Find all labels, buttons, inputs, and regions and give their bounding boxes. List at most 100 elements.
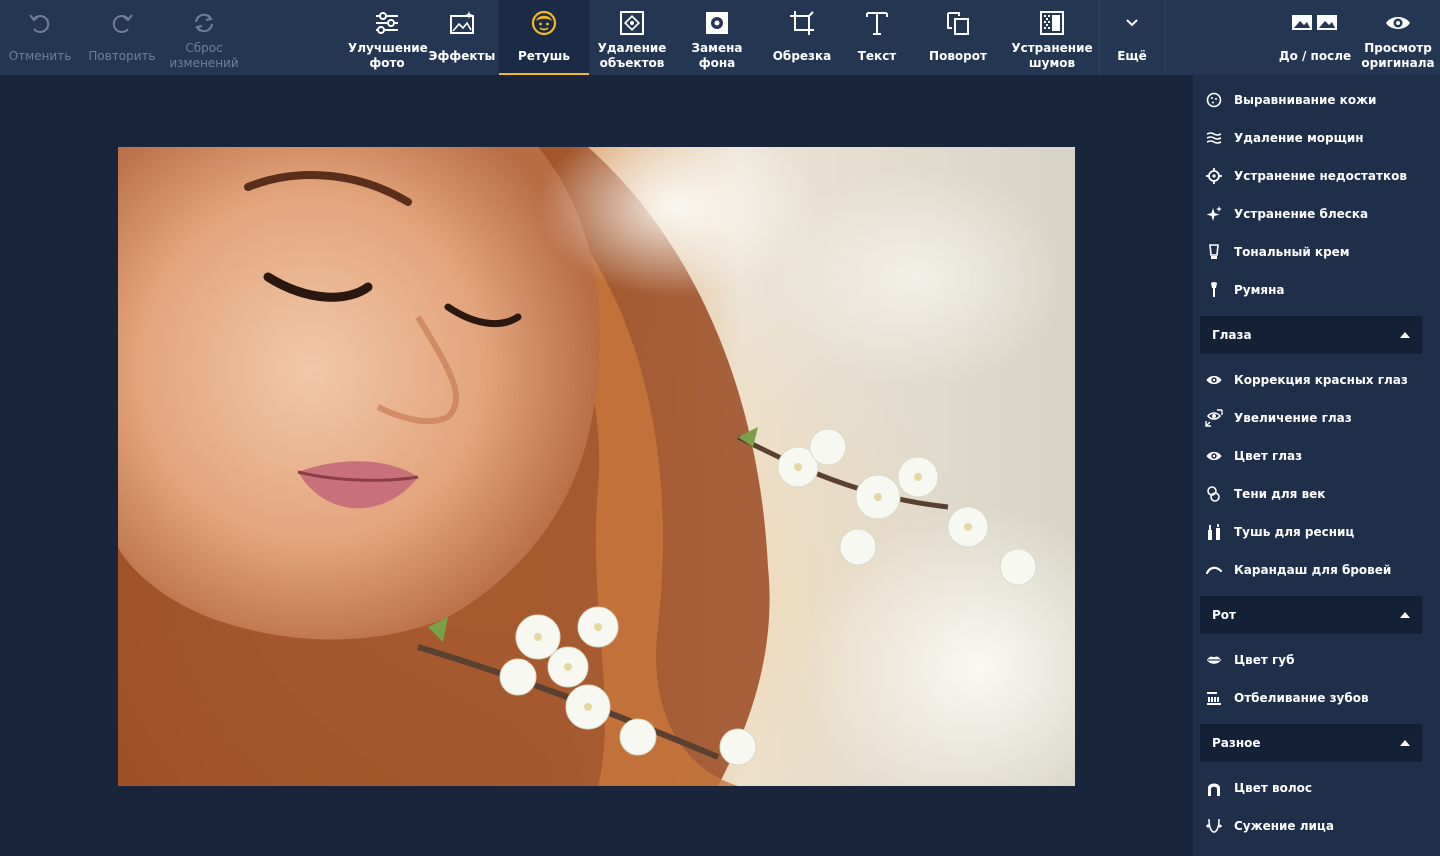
item-label: Сужение лица	[1234, 819, 1334, 833]
undo-label: Отменить	[8, 49, 72, 63]
remove-objects-icon	[617, 8, 647, 38]
foundation-icon	[1205, 243, 1223, 261]
wrinkles-icon	[1205, 129, 1223, 147]
blemish-target-icon	[1205, 167, 1223, 185]
smooth-skin-icon	[1205, 91, 1223, 109]
item-label: Выравнивание кожи	[1234, 93, 1377, 107]
portrait-photo	[118, 147, 1075, 786]
eyeshadow-item[interactable]: Тени для век	[1205, 479, 1325, 509]
eye-enlarge-icon	[1205, 409, 1223, 427]
remove-blemishes-item[interactable]: Устранение недостатков	[1205, 161, 1407, 191]
foundation-item[interactable]: Тональный крем	[1205, 237, 1350, 267]
enhance-photo-button[interactable]: Улучшение фото	[348, 0, 428, 75]
crop-label: Обрезка	[772, 49, 832, 63]
rotate-label: Поворот	[929, 49, 987, 63]
section-title: Рот	[1212, 608, 1236, 622]
panel-scrollbar[interactable]	[1428, 75, 1440, 856]
denoise-button[interactable]: Устранение шумов	[1006, 0, 1098, 75]
misc-section-header[interactable]: Разное	[1200, 724, 1422, 762]
item-label: Коррекция красных глаз	[1234, 373, 1408, 387]
sparkle-icon	[1205, 205, 1223, 223]
item-label: Тени для век	[1234, 487, 1326, 501]
item-label: Цвет волос	[1234, 781, 1312, 795]
face-slimming-item[interactable]: Сужение лица	[1205, 811, 1334, 841]
enhance-photo-label: Улучшение фото	[348, 41, 428, 70]
effects-icon	[447, 8, 477, 38]
section-title: Разное	[1212, 736, 1261, 750]
retouch-label: Ретушь	[517, 49, 571, 63]
remove-wrinkles-item[interactable]: Удаление морщин	[1205, 123, 1364, 153]
item-label: Отбеливание зубов	[1234, 691, 1369, 705]
reset-label: Сброс изменений	[169, 41, 239, 70]
sliders-icon	[372, 8, 402, 38]
more-button[interactable]: Ещё	[1100, 0, 1164, 75]
reset-button[interactable]: Сброс изменений	[163, 0, 245, 75]
photo-canvas[interactable]	[118, 147, 1075, 786]
item-label: Устранение недостатков	[1234, 169, 1407, 183]
eye-color-item[interactable]: Цвет глаз	[1205, 441, 1302, 471]
view-original-button[interactable]: Просмотр оригинала	[1360, 0, 1436, 75]
more-label: Ещё	[1117, 49, 1147, 63]
eyebrow-icon	[1205, 561, 1223, 579]
crop-icon	[787, 8, 817, 38]
before-after-icon	[1290, 8, 1340, 38]
denoise-icon	[1037, 8, 1067, 38]
before-after-button[interactable]: До / после	[1270, 0, 1360, 75]
mascara-item[interactable]: Тушь для ресниц	[1205, 517, 1354, 547]
main-toolbar: Отменить Повторить Сброс изменений Улучше…	[0, 0, 1440, 75]
red-eye-item[interactable]: Коррекция красных глаз	[1205, 365, 1408, 395]
undo-button[interactable]: Отменить	[0, 0, 80, 75]
blush-item[interactable]: Румяна	[1205, 275, 1285, 305]
mouth-section-header[interactable]: Рот	[1200, 596, 1422, 634]
eyes-section-header[interactable]: Глаза	[1200, 316, 1422, 354]
section-title: Глаза	[1212, 328, 1252, 342]
replace-background-icon	[702, 8, 732, 38]
blush-brush-icon	[1205, 281, 1223, 299]
effects-button[interactable]: Эффекты	[428, 0, 496, 75]
eye-icon	[1205, 371, 1223, 389]
hair-icon	[1205, 779, 1223, 797]
effects-label: Эффекты	[428, 49, 496, 63]
collapse-arrow-icon	[1400, 740, 1410, 746]
item-label: Тональный крем	[1234, 245, 1350, 259]
eyeshadow-icon	[1205, 485, 1223, 503]
item-label: Цвет глаз	[1234, 449, 1303, 463]
crop-button[interactable]: Обрезка	[762, 0, 842, 75]
item-label: Устранение блеска	[1234, 207, 1369, 221]
before-after-label: До / после	[1278, 49, 1352, 63]
denoise-label: Устранение шумов	[1011, 41, 1093, 70]
enlarge-eyes-item[interactable]: Увеличение глаз	[1205, 403, 1352, 433]
reset-icon	[189, 8, 219, 38]
lips-icon	[1205, 651, 1223, 669]
remove-shine-item[interactable]: Устранение блеска	[1205, 199, 1368, 229]
item-label: Цвет губ	[1234, 653, 1295, 667]
hair-color-item[interactable]: Цвет волос	[1205, 773, 1312, 803]
lip-color-item[interactable]: Цвет губ	[1205, 645, 1294, 675]
smooth-skin-item[interactable]: Выравнивание кожи	[1205, 85, 1376, 115]
toolbar-divider	[1165, 0, 1166, 75]
item-label: Удаление морщин	[1234, 131, 1364, 145]
rotate-button[interactable]: Поворот	[916, 0, 1000, 75]
mascara-icon	[1205, 523, 1223, 541]
view-original-label: Просмотр оригинала	[1361, 41, 1435, 70]
redo-button[interactable]: Повторить	[82, 0, 162, 75]
chevron-down-icon	[1117, 8, 1147, 38]
eyebrow-pencil-item[interactable]: Карандаш для бровей	[1205, 555, 1391, 585]
redo-label: Повторить	[88, 49, 156, 63]
item-label: Карандаш для бровей	[1234, 563, 1392, 577]
item-label: Тушь для ресниц	[1234, 525, 1355, 539]
replace-background-button[interactable]: Замена фона	[676, 0, 758, 75]
collapse-arrow-icon	[1400, 332, 1410, 338]
retouch-panel: Выравнивание кожи Удаление морщин Устран…	[1193, 75, 1428, 856]
tab-retouch[interactable]: Ретушь	[499, 0, 589, 75]
teeth-icon	[1205, 689, 1223, 707]
teeth-whitening-item[interactable]: Отбеливание зубов	[1205, 683, 1369, 713]
collapse-arrow-icon	[1400, 612, 1410, 618]
remove-objects-button[interactable]: Удаление объектов	[590, 0, 674, 75]
text-button[interactable]: Текст	[844, 0, 910, 75]
item-label: Румяна	[1234, 283, 1285, 297]
retouch-face-icon	[529, 8, 559, 38]
eye-color-icon	[1205, 447, 1223, 465]
text-icon	[862, 8, 892, 38]
text-label: Текст	[857, 49, 897, 63]
